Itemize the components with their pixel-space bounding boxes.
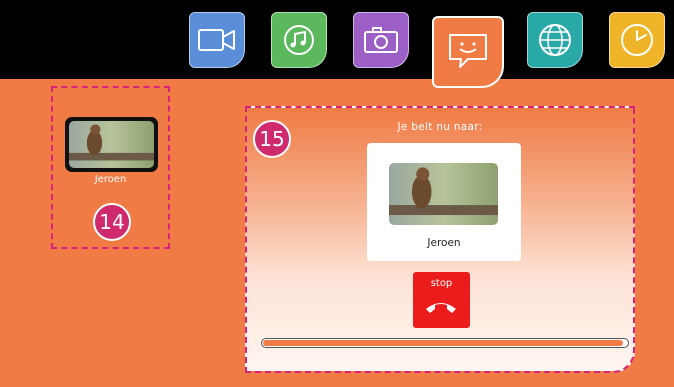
- contact-thumbnail[interactable]: [65, 117, 158, 172]
- chat-smiley-icon: [449, 34, 487, 68]
- camera-icon: [364, 27, 398, 53]
- tab-internet[interactable]: [527, 12, 583, 68]
- step-badge-14: 14: [93, 203, 131, 241]
- call-progress-fill: [263, 340, 624, 346]
- call-panel: 15 Je belt nu naar: Jeroen stop: [245, 106, 635, 373]
- callee-photo: [389, 163, 498, 225]
- video-camera-icon: [198, 29, 235, 51]
- tab-clock[interactable]: [609, 12, 665, 68]
- contact-photo: [69, 121, 154, 168]
- top-menu-bar: [0, 0, 674, 88]
- tab-video[interactable]: [189, 12, 245, 68]
- callee-card: Jeroen: [367, 143, 521, 261]
- music-note-icon: [284, 25, 314, 55]
- tab-music[interactable]: [271, 12, 327, 68]
- callee-name: Jeroen: [427, 237, 461, 249]
- tab-chat[interactable]: [432, 16, 504, 88]
- clock-icon: [621, 24, 653, 56]
- tab-photo[interactable]: [353, 12, 409, 68]
- hang-up-phone-icon: [426, 303, 456, 313]
- contact-tile[interactable]: Jeroen 14: [51, 86, 170, 249]
- calling-text: Je belt nu naar:: [397, 121, 483, 133]
- stop-label: stop: [430, 278, 453, 289]
- stop-call-button[interactable]: stop: [413, 272, 470, 328]
- call-progress-bar: [261, 338, 629, 348]
- globe-icon: [539, 24, 571, 56]
- contact-name: Jeroen: [94, 174, 127, 185]
